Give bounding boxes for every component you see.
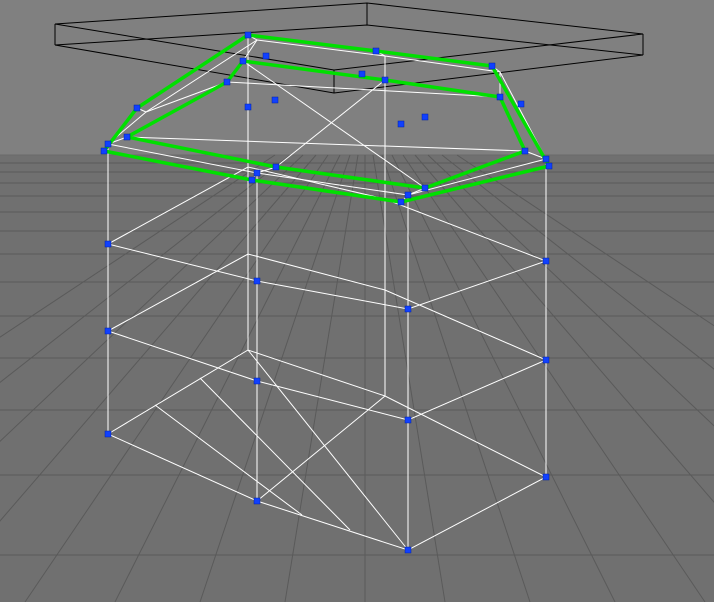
vertex[interactable] — [124, 134, 130, 140]
vertex[interactable] — [249, 177, 255, 183]
vertex[interactable] — [373, 48, 379, 54]
vertex[interactable] — [245, 32, 251, 38]
vertex[interactable] — [272, 97, 278, 103]
vertex[interactable] — [254, 378, 260, 384]
vertex[interactable] — [382, 77, 388, 83]
vertex[interactable] — [405, 417, 411, 423]
vertex[interactable] — [543, 357, 549, 363]
vertex[interactable] — [522, 148, 528, 154]
vertex[interactable] — [543, 156, 549, 162]
vertex[interactable] — [497, 94, 503, 100]
vertex[interactable] — [105, 431, 111, 437]
vertex[interactable] — [405, 547, 411, 553]
vertex[interactable] — [105, 241, 111, 247]
vertex[interactable] — [254, 498, 260, 504]
vertex[interactable] — [398, 121, 404, 127]
viewport-3d[interactable] — [0, 0, 714, 602]
vertex[interactable] — [405, 192, 411, 198]
vertex[interactable] — [543, 258, 549, 264]
vertex[interactable] — [359, 71, 365, 77]
vertex[interactable] — [398, 199, 404, 205]
vertex[interactable] — [105, 328, 111, 334]
vertex[interactable] — [263, 53, 269, 59]
vertex[interactable] — [546, 163, 552, 169]
vertex[interactable] — [254, 170, 260, 176]
vertex[interactable] — [489, 63, 495, 69]
vertex[interactable] — [245, 104, 251, 110]
vertex[interactable] — [101, 148, 107, 154]
vertex[interactable] — [224, 79, 230, 85]
vertex[interactable] — [422, 114, 428, 120]
vertex[interactable] — [518, 101, 524, 107]
vertex[interactable] — [405, 306, 411, 312]
vertex[interactable] — [254, 278, 260, 284]
vertex[interactable] — [134, 105, 140, 111]
vertex[interactable] — [273, 164, 279, 170]
vertex[interactable] — [422, 185, 428, 191]
vertex[interactable] — [543, 474, 549, 480]
vertex[interactable] — [240, 58, 246, 64]
vertex[interactable] — [105, 141, 111, 147]
